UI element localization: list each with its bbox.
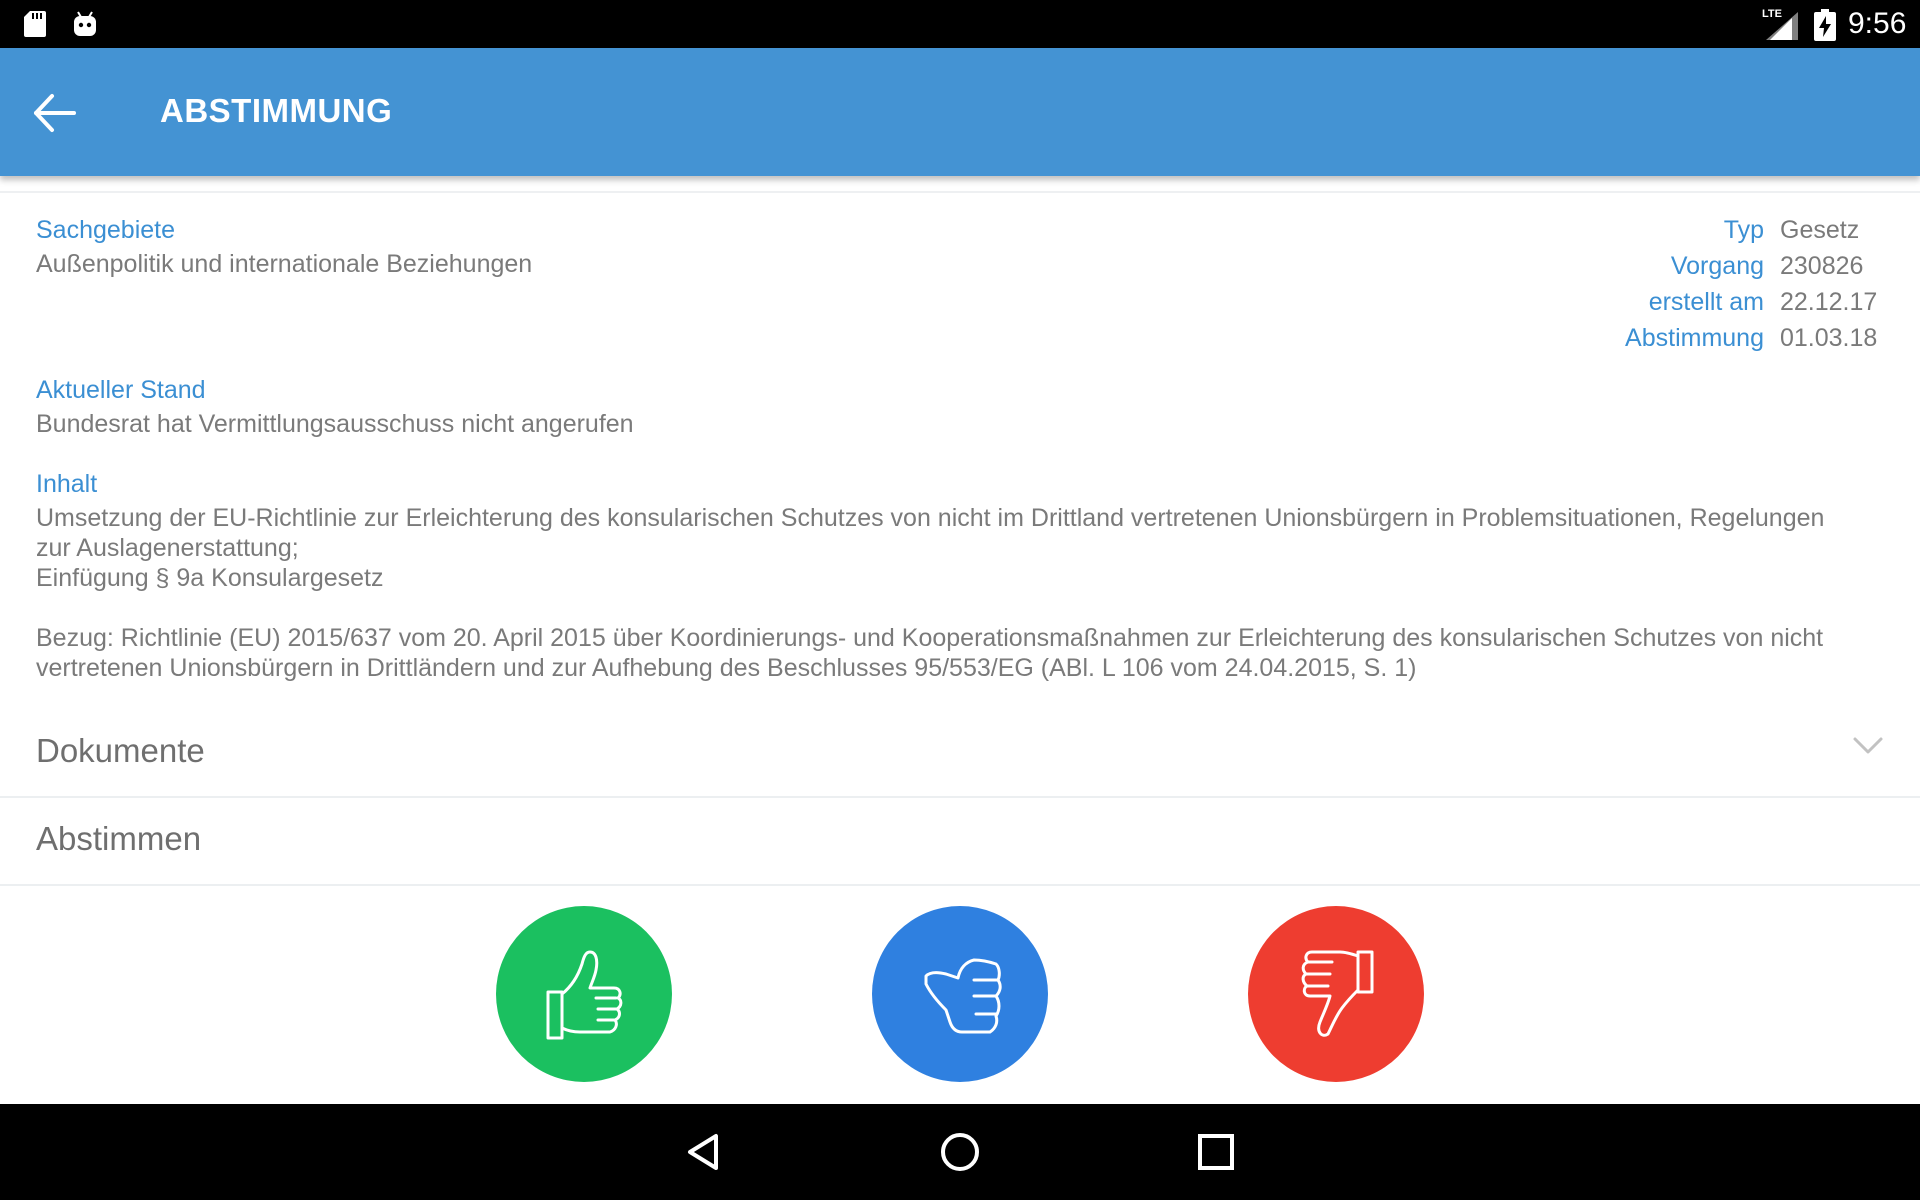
- meta-key-vorgang: Vorgang: [1670, 252, 1764, 280]
- android-debug-icon: [74, 11, 96, 36]
- thumbs-down-icon: [1301, 950, 1374, 1037]
- sachgebiete-value: Außenpolitik und internationale Beziehun…: [36, 250, 533, 278]
- abstimmen-title: Abstimmen: [36, 820, 202, 857]
- vote-yes-button[interactable]: [496, 906, 672, 1082]
- battery-charging-icon: [1814, 9, 1836, 41]
- meta-value-erstellt: 22.12.17: [1780, 288, 1878, 316]
- content: Sachgebiete Außenpolitik und internation…: [0, 176, 1920, 1104]
- thumbs-up-icon: [546, 950, 623, 1040]
- stand-value: Bundesrat hat Vermittlungsausschuss nich…: [36, 410, 634, 438]
- inhalt-label: Inhalt: [36, 470, 98, 498]
- meta-key-abstimmung: Abstimmung: [1625, 324, 1764, 352]
- sd-card-icon: [24, 11, 46, 37]
- stand-label: Aktueller Stand: [36, 376, 206, 404]
- meta-value-abstimmung: 01.03.18: [1780, 324, 1878, 352]
- status-clock: 9:56: [1848, 7, 1907, 40]
- vote-abstain-button[interactable]: [872, 906, 1048, 1082]
- meta-key-typ: Typ: [1723, 216, 1764, 244]
- dokumente-section[interactable]: Dokumente: [0, 708, 1920, 798]
- status-bar: LTE 9:56: [0, 0, 1920, 48]
- vote-no-button[interactable]: [1248, 906, 1424, 1082]
- bezug-line-2: vertretenen Unionsbürgern in Drittländer…: [36, 654, 1417, 682]
- app-bar: ABSTIMMUNG: [0, 48, 1920, 176]
- inhalt-line-2: zur Auslagenerstattung;: [36, 534, 299, 562]
- dokumente-title: Dokumente: [36, 732, 205, 769]
- back-arrow-icon[interactable]: [32, 92, 78, 134]
- bezug-line-1: Bezug: Richtlinie (EU) 2015/637 vom 20. …: [36, 624, 1824, 652]
- nav-back-icon[interactable]: [682, 1130, 726, 1174]
- meta-value-typ: Gesetz: [1780, 216, 1860, 244]
- meta-value-vorgang: 230826: [1780, 252, 1864, 280]
- chevron-down-icon[interactable]: [1852, 736, 1884, 756]
- sachgebiete-label: Sachgebiete: [36, 216, 176, 244]
- signal-icon: [1766, 12, 1798, 40]
- abstimmen-section: Abstimmen: [0, 796, 1920, 886]
- thumb-sideways-icon: [924, 958, 1002, 1034]
- nav-home-icon[interactable]: [938, 1130, 982, 1174]
- inhalt-line-3: Einfügung § 9a Konsulargesetz: [36, 564, 384, 592]
- meta-key-erstellt: erstellt am: [1648, 288, 1764, 316]
- top-divider: [0, 191, 1920, 193]
- navigation-bar: [0, 1104, 1920, 1200]
- nav-recents-icon[interactable]: [1194, 1130, 1238, 1174]
- inhalt-line-1: Umsetzung der EU-Richtlinie zur Erleicht…: [36, 504, 1825, 532]
- page-title: ABSTIMMUNG: [160, 92, 393, 129]
